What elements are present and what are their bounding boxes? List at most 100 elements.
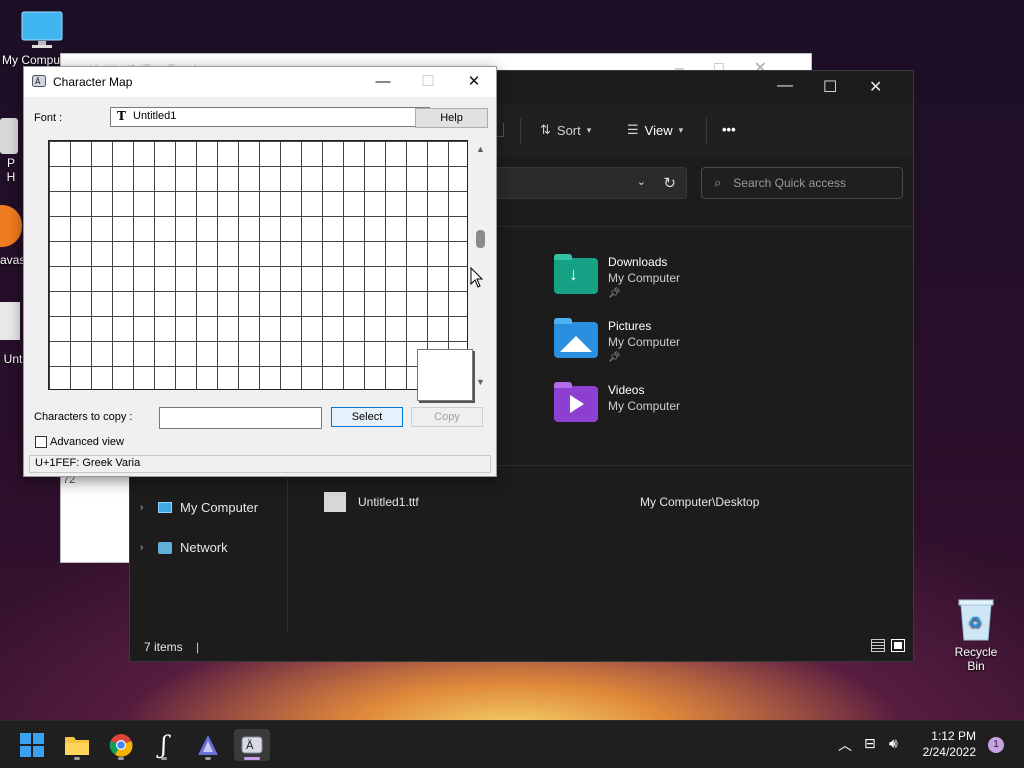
file-icon <box>0 302 20 340</box>
taskbar-font-creator[interactable] <box>190 729 226 761</box>
font-label: Font : <box>34 112 63 124</box>
view-button[interactable]: ☰ View ▾ <box>627 122 683 138</box>
folder-icon <box>65 737 89 755</box>
svg-text:Ä: Ä <box>246 739 254 752</box>
network-icon[interactable]: ⊟ <box>864 735 876 752</box>
view-icon: ☰ <box>627 122 639 137</box>
sort-icon: ⇅ <box>540 122 551 137</box>
sort-label: Sort <box>556 122 581 138</box>
recent-file-path: My Computer\Desktop <box>640 495 760 509</box>
notification-badge[interactable]: 1 <box>988 737 1004 753</box>
recent-file-row[interactable]: Untitled1.ttf My Computer\Desktop <box>324 490 913 514</box>
windows-logo-icon <box>20 733 44 757</box>
folder-name: Downloads <box>608 255 668 269</box>
font-dropdown[interactable]: T Untitled1 ⌄ <box>110 107 430 127</box>
grid-scrollbar[interactable]: ▲ ▼ <box>471 140 491 390</box>
pin-icon: 📌︎ <box>608 352 621 363</box>
chevron-up-icon[interactable]: ︿ <box>838 735 852 755</box>
characters-to-copy-label: Characters to copy : <box>34 411 133 423</box>
clock-time: 1:12 PM <box>931 729 976 743</box>
search-placeholder: Search Quick access <box>733 176 846 190</box>
scroll-thumb[interactable] <box>476 230 485 248</box>
avast-icon <box>0 205 22 247</box>
characters-to-copy-input[interactable] <box>159 407 322 429</box>
folder-name: Videos <box>608 383 645 397</box>
scroll-up-icon[interactable]: ▲ <box>476 144 485 154</box>
app-icon <box>0 118 18 154</box>
folder-location: My Computer <box>608 271 681 285</box>
explorer-title-bar: — ☐ ✕ <box>763 71 913 101</box>
running-indicator <box>161 757 167 760</box>
desktop-icon-avast[interactable]: avas <box>0 205 25 267</box>
close-button[interactable]: ✕ <box>463 71 485 93</box>
item-count: 7 items <box>144 640 183 654</box>
search-icon: ⌕ <box>714 175 722 190</box>
chevron-down-icon[interactable]: ⌄ <box>637 175 646 188</box>
taskbar: ʃ Ä ︿ ⊟ 🔊︎ 1:12 PM 2/24/2022 1 <box>0 720 1024 768</box>
character-map-window[interactable]: Ä Character Map — ☐ ✕ Font : T Untitled1… <box>23 66 497 477</box>
chevron-right-icon[interactable]: › <box>140 502 150 513</box>
details-view-icon[interactable] <box>871 639 885 652</box>
pin-icon: 📌︎ <box>608 288 621 299</box>
nav-item-network[interactable]: › Network <box>140 540 228 555</box>
chevron-down-icon: ▾ <box>586 124 592 135</box>
character-map-icon: Ä <box>32 75 46 87</box>
volume-icon[interactable]: 🔊︎ <box>889 735 898 752</box>
toolbar-separator <box>706 118 707 144</box>
desktop-icon-label: P <box>6 156 15 170</box>
nav-label: Network <box>180 540 228 555</box>
sort-button[interactable]: ⇅ Sort ▾ <box>540 122 591 138</box>
chevron-right-icon[interactable]: › <box>140 542 150 553</box>
system-clock[interactable]: 1:12 PM 2/24/2022 <box>923 728 976 760</box>
font-creator-icon <box>198 735 218 755</box>
quick-access-videos[interactable]: Videos My Computer <box>554 382 680 422</box>
start-button[interactable] <box>14 729 50 761</box>
charmap-title: Character Map <box>53 75 133 89</box>
advanced-view-checkbox[interactable] <box>35 436 47 448</box>
view-label: View <box>644 122 673 138</box>
advanced-view-label[interactable]: Advanced view <box>50 436 124 448</box>
desktop-icon-partial-1[interactable]: P H <box>0 118 22 184</box>
more-options-button[interactable]: ••• <box>722 122 736 137</box>
close-button[interactable]: ✕ <box>869 77 882 97</box>
videos-folder-icon <box>554 382 598 422</box>
desktop-icon-recycle-bin[interactable]: ♻ Recycle Bin <box>945 598 1007 673</box>
recycle-bin-icon: ♻ <box>958 599 994 641</box>
maximize-button: ☐ <box>421 73 435 90</box>
quick-access-downloads[interactable]: ↓ Downloads My Computer 📌︎ <box>554 254 680 302</box>
minimize-button[interactable]: — <box>777 77 793 95</box>
chrome-icon <box>109 734 133 757</box>
scroll-down-icon[interactable]: ▼ <box>476 377 485 387</box>
folder-name: Pictures <box>608 319 652 333</box>
refresh-icon[interactable]: ↻ <box>663 174 676 192</box>
taskbar-file-explorer[interactable] <box>59 729 95 761</box>
address-bar[interactable]: ⌄ ↻ <box>490 167 687 199</box>
select-button[interactable]: Select <box>331 407 403 427</box>
quick-access-pictures[interactable]: Pictures My Computer 📌︎ <box>554 318 680 366</box>
active-indicator <box>244 757 260 760</box>
font-script-icon: ʃ <box>160 731 168 759</box>
font-value: Untitled1 <box>133 110 177 122</box>
status-divider: | <box>196 640 200 654</box>
truetype-icon: T <box>117 109 126 123</box>
monitor-icon <box>21 11 63 48</box>
character-grid[interactable] <box>48 140 468 390</box>
copy-button: Copy <box>411 407 483 427</box>
clock-date: 2/24/2022 <box>922 745 976 759</box>
charmap-title-bar: Ä Character Map — ☐ ✕ <box>24 67 496 97</box>
nav-item-my-computer[interactable]: › My Computer <box>140 500 258 515</box>
running-indicator <box>205 757 211 760</box>
folder-location: My Computer <box>608 399 681 413</box>
maximize-button[interactable]: ☐ <box>823 77 837 97</box>
search-input[interactable]: ⌕ Search Quick access <box>701 167 903 199</box>
running-indicator <box>118 757 124 760</box>
taskbar-chrome[interactable] <box>103 729 139 761</box>
recycle-bin-label: Recycle Bin <box>954 645 998 673</box>
minimize-button[interactable]: — <box>372 71 394 93</box>
help-button[interactable]: Help <box>415 108 488 128</box>
taskbar-character-map[interactable]: Ä <box>234 729 270 761</box>
network-icon <box>158 541 172 554</box>
tiles-view-icon[interactable] <box>891 639 905 652</box>
taskbar-font-app[interactable]: ʃ <box>146 729 182 761</box>
svg-text:♻: ♻ <box>968 613 982 632</box>
